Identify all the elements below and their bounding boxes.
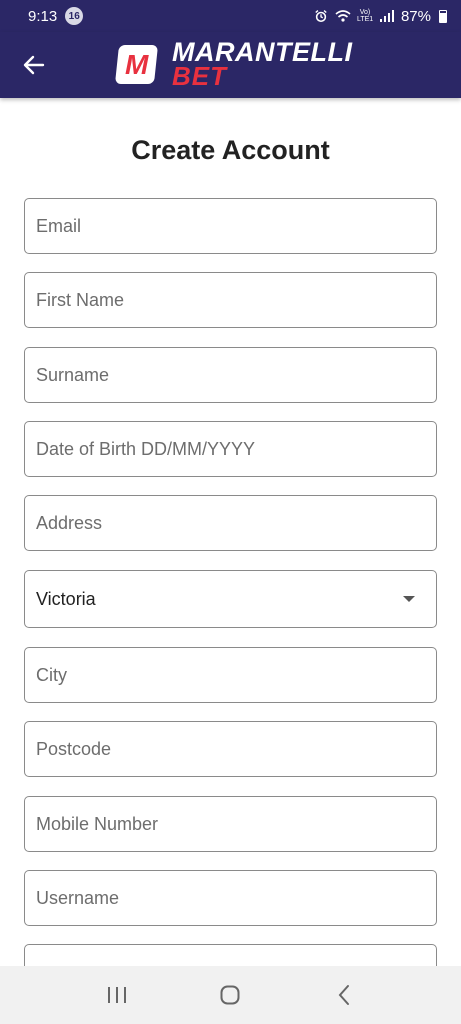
- surname-input[interactable]: [36, 364, 425, 386]
- date-of-birth-field[interactable]: [24, 421, 437, 477]
- surname-field[interactable]: [24, 347, 437, 403]
- first-name-field[interactable]: [24, 272, 437, 328]
- username-input[interactable]: [36, 887, 425, 909]
- status-bar: 9:13 16 Vo) LTE1 87%: [0, 0, 461, 32]
- signal-icon: [379, 10, 394, 22]
- brand-logo: M MARANTELLI BET: [114, 39, 352, 91]
- mobile-number-input[interactable]: [36, 813, 425, 835]
- notification-count-badge: 16: [65, 7, 84, 25]
- app-header: M MARANTELLI BET: [0, 32, 461, 98]
- wifi-icon: [335, 10, 351, 22]
- email-input[interactable]: [36, 215, 425, 237]
- state-selected-value: Victoria: [36, 588, 96, 609]
- back-chevron-icon: [338, 985, 350, 1005]
- date-of-birth-input[interactable]: [36, 438, 425, 460]
- state-select[interactable]: Victoria: [24, 570, 437, 628]
- address-field[interactable]: [24, 495, 437, 551]
- arrow-left-icon: [23, 55, 45, 75]
- volte-indicator: Vo) LTE1: [356, 9, 374, 23]
- first-name-input[interactable]: [36, 289, 425, 311]
- recents-button[interactable]: [97, 975, 137, 1015]
- postcode-field[interactable]: [24, 721, 437, 777]
- username-field[interactable]: [24, 870, 437, 926]
- recents-icon: [107, 987, 126, 1003]
- home-icon: [220, 985, 240, 1005]
- home-button[interactable]: [210, 975, 250, 1015]
- page-title: Create Account: [131, 135, 330, 165]
- postcode-input[interactable]: [36, 738, 425, 760]
- back-button[interactable]: [20, 51, 48, 79]
- back-nav-button[interactable]: [324, 975, 364, 1015]
- city-input[interactable]: [36, 664, 425, 686]
- dropdown-arrow-icon: [403, 596, 415, 602]
- logo-mark: M: [114, 44, 159, 84]
- logo-mark-letter: M: [124, 48, 149, 79]
- battery-percentage: 87%: [400, 7, 431, 25]
- city-field[interactable]: [24, 647, 437, 703]
- alarm-icon: [315, 10, 327, 23]
- email-field[interactable]: [24, 198, 437, 254]
- logo-word-bet: BET: [172, 61, 227, 91]
- battery-icon: [439, 9, 447, 23]
- status-time: 9:13: [28, 7, 58, 25]
- system-nav-bar: [0, 966, 461, 1024]
- mobile-number-field[interactable]: [24, 796, 437, 852]
- address-input[interactable]: [36, 512, 425, 534]
